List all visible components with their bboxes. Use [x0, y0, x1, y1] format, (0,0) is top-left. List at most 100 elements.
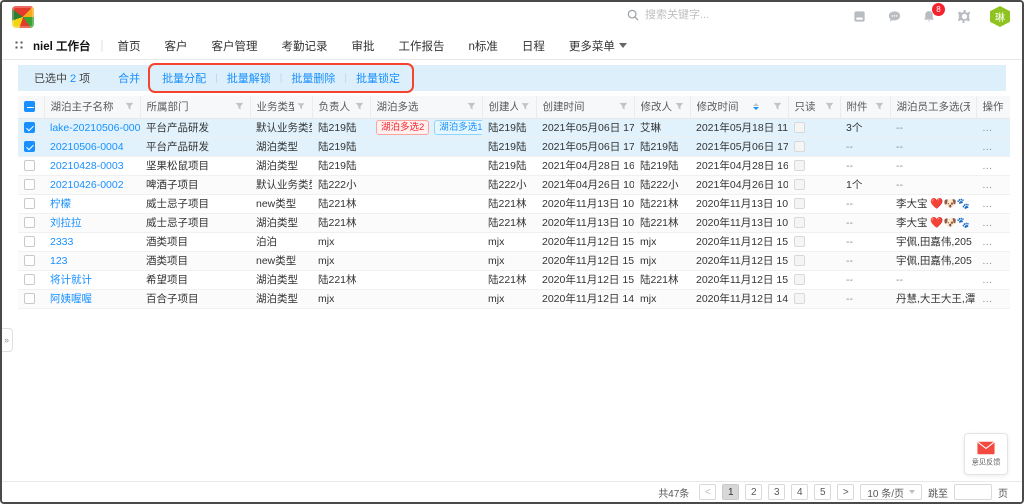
- gear-icon[interactable]: [955, 8, 973, 26]
- search-input[interactable]: [645, 9, 775, 21]
- chat-icon[interactable]: [885, 8, 903, 26]
- record-link[interactable]: 柠檬: [50, 198, 71, 210]
- row-actions-button[interactable]: …: [982, 198, 994, 210]
- cell-attach: --: [840, 232, 890, 251]
- tag-red[interactable]: 湖泊多选2: [376, 120, 429, 135]
- record-link[interactable]: 20210426-0002: [50, 179, 124, 191]
- page-button-3[interactable]: 3: [768, 484, 785, 500]
- app-logo[interactable]: [12, 6, 34, 28]
- row-actions-button[interactable]: …: [982, 255, 994, 267]
- nav-item-n标准[interactable]: n标准: [469, 38, 498, 54]
- nav-item-考勤记录[interactable]: 考勤记录: [282, 38, 328, 54]
- sort-icon[interactable]: [753, 103, 759, 110]
- cell-creator: mjx: [482, 251, 536, 270]
- cell-type: 默认业务类型: [250, 175, 312, 194]
- cell-created: 2020年11月12日 15:15: [536, 270, 634, 289]
- nav-item-日程[interactable]: 日程: [522, 38, 545, 54]
- cell-owner: 陆222小: [312, 175, 370, 194]
- record-link[interactable]: 2333: [50, 236, 73, 248]
- row-actions-button[interactable]: …: [982, 274, 994, 286]
- nav-item-客户[interactable]: 客户: [165, 38, 188, 54]
- filter-icon[interactable]: [297, 102, 305, 111]
- apps-grid-icon[interactable]: [14, 40, 25, 51]
- prev-page-button[interactable]: <: [699, 484, 716, 500]
- filter-icon[interactable]: [125, 102, 134, 111]
- batch-action-button[interactable]: 批量分配: [162, 70, 206, 86]
- row-checkbox[interactable]: [24, 255, 35, 266]
- row-actions-button[interactable]: …: [982, 141, 994, 153]
- nav-more-menu[interactable]: 更多菜单: [569, 38, 627, 54]
- panel-expander[interactable]: »: [1, 328, 13, 352]
- user-avatar[interactable]: 琳: [990, 6, 1010, 27]
- row-checkbox[interactable]: [24, 198, 35, 209]
- cell-select: [18, 213, 44, 232]
- filter-icon[interactable]: [773, 102, 782, 111]
- page-button-4[interactable]: 4: [791, 484, 808, 500]
- notebook-icon[interactable]: [850, 8, 868, 26]
- feedback-button[interactable]: 意见反馈: [964, 433, 1008, 475]
- row-checkbox[interactable]: [24, 293, 35, 304]
- record-link[interactable]: 20210428-0003: [50, 160, 124, 172]
- cell-created: 2020年11月12日 15:25: [536, 232, 634, 251]
- row-checkbox[interactable]: [24, 236, 35, 247]
- cell-dept: 平台产品研发: [140, 137, 250, 156]
- cell-staff: 李大宝 ❤️🐶🐾: [890, 194, 976, 213]
- row-checkbox[interactable]: [24, 217, 35, 228]
- cell-tags: [370, 156, 482, 175]
- filter-icon[interactable]: [355, 102, 364, 111]
- next-page-button[interactable]: >: [837, 484, 854, 500]
- row-checkbox[interactable]: [24, 122, 35, 133]
- cell-select: [18, 289, 44, 308]
- nav-item-工作报告[interactable]: 工作报告: [399, 38, 445, 54]
- tag-blue[interactable]: 湖泊多选1: [434, 120, 482, 135]
- jump-page-input[interactable]: [954, 484, 992, 500]
- cell-creator: 陆221林: [482, 194, 536, 213]
- row-actions-button[interactable]: …: [982, 160, 994, 172]
- page-button-2[interactable]: 2: [745, 484, 762, 500]
- row-actions-button[interactable]: …: [982, 179, 994, 191]
- row-actions-button[interactable]: …: [982, 217, 994, 229]
- batch-action-button[interactable]: 批量删除: [291, 70, 335, 86]
- row-checkbox[interactable]: [24, 179, 35, 190]
- record-link[interactable]: lake-20210506-0005: [50, 122, 140, 134]
- filter-icon[interactable]: [235, 102, 244, 111]
- cell-modified: 2020年11月12日 15:25: [690, 232, 788, 251]
- cell-name: lake-20210506-0005: [44, 118, 140, 137]
- batch-action-button[interactable]: 批量解锁: [227, 70, 271, 86]
- cell-staff: --: [890, 118, 976, 137]
- readonly-checkbox: [794, 293, 805, 304]
- nav-item-审批[interactable]: 审批: [352, 38, 375, 54]
- search-icon: [627, 9, 639, 21]
- nav-item-首页[interactable]: 首页: [118, 38, 141, 54]
- row-actions-button[interactable]: …: [982, 293, 994, 305]
- filter-icon[interactable]: [521, 102, 529, 111]
- table-header-row: 湖泊主子名称所属部门业务类型负责人湖泊多选创建人创建时间修改人修改时间只读附件湖…: [18, 96, 1010, 118]
- row-checkbox[interactable]: [24, 160, 35, 171]
- record-link[interactable]: 123: [50, 255, 68, 267]
- page-size-select[interactable]: 10 条/页: [860, 484, 922, 500]
- record-link[interactable]: 阿姨喔喔: [50, 293, 92, 305]
- cell-ops: …: [976, 137, 1010, 156]
- row-actions-button[interactable]: …: [982, 122, 994, 134]
- batch-action-button[interactable]: 批量锁定: [356, 70, 400, 86]
- row-checkbox[interactable]: [24, 274, 35, 285]
- filter-icon[interactable]: [825, 102, 834, 111]
- workspace-title[interactable]: niel 工作台: [33, 38, 91, 54]
- merge-button[interactable]: 合并: [118, 70, 140, 86]
- page-button-5[interactable]: 5: [814, 484, 831, 500]
- row-checkbox[interactable]: [24, 141, 35, 152]
- row-actions-button[interactable]: …: [982, 236, 994, 248]
- filter-icon[interactable]: [875, 102, 884, 111]
- record-link[interactable]: 将计就计: [50, 274, 92, 286]
- page-button-1[interactable]: 1: [722, 484, 739, 500]
- nav-item-客户管理[interactable]: 客户管理: [212, 38, 258, 54]
- select-all-checkbox[interactable]: [24, 101, 35, 112]
- column-header-attach: 附件: [840, 96, 890, 118]
- filter-icon[interactable]: [675, 102, 684, 111]
- filter-icon[interactable]: [467, 102, 476, 111]
- record-link[interactable]: 刘拉拉: [50, 217, 82, 229]
- filter-icon[interactable]: [619, 102, 628, 111]
- bell-icon[interactable]: 8: [920, 8, 938, 26]
- record-link[interactable]: 20210506-0004: [50, 141, 124, 153]
- cell-ops: …: [976, 232, 1010, 251]
